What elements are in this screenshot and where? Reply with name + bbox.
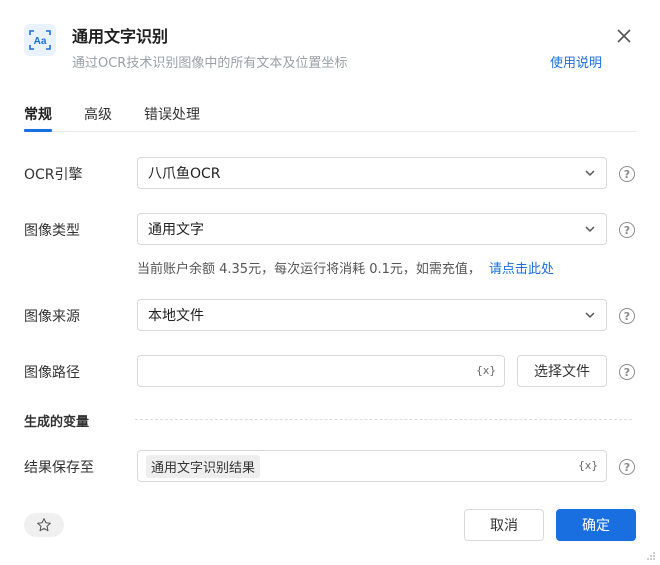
close-icon[interactable] <box>614 26 634 46</box>
resize-handle-icon[interactable] <box>646 551 656 561</box>
image-path-input[interactable]: {x} <box>137 355 505 387</box>
choose-file-button[interactable]: 选择文件 <box>517 355 607 387</box>
save-to-help-icon[interactable]: ? <box>619 459 635 475</box>
ocr-engine-select[interactable]: 八爪鱼OCR <box>137 157 607 189</box>
star-icon <box>37 518 51 532</box>
ocr-dialog: Aa 通用文字识别 通过OCR技术识别图像中的所有文本及位置坐标 使用说明 常规… <box>0 0 660 565</box>
image-type-select[interactable]: 通用文字 <box>137 213 607 245</box>
dialog-title: 通用文字识别 <box>72 27 169 46</box>
save-to-label: 结果保存至 <box>24 460 94 476</box>
ocr-engine-help-icon[interactable]: ? <box>619 166 635 182</box>
recharge-link[interactable]: 请点击此处 <box>489 262 554 277</box>
image-source-help-icon[interactable]: ? <box>619 308 635 324</box>
image-source-value: 本地文件 <box>148 308 204 324</box>
svg-text:Aa: Aa <box>34 36 47 47</box>
image-path-help-icon[interactable]: ? <box>619 364 635 380</box>
ocr-engine-label: OCR引擎 <box>24 167 83 183</box>
cancel-button[interactable]: 取消 <box>464 509 544 541</box>
tab-general[interactable]: 常规 <box>24 104 52 132</box>
balance-text: 当前账户余额 4.35元，每次运行将消耗 0.1元，如需充值， <box>137 262 481 277</box>
confirm-button[interactable]: 确定 <box>556 509 636 541</box>
dialog-subtitle: 通过OCR技术识别图像中的所有文本及位置坐标 <box>72 56 348 71</box>
tab-advanced[interactable]: 高级 <box>84 104 112 131</box>
chevron-down-icon <box>585 170 595 177</box>
save-to-input[interactable]: 通用文字识别结果 {x} <box>137 450 607 482</box>
image-path-label: 图像路径 <box>24 365 80 381</box>
variable-insert-icon[interactable]: {x} <box>476 364 496 377</box>
chevron-down-icon <box>585 312 595 319</box>
image-type-help-icon[interactable]: ? <box>619 222 635 238</box>
section-divider <box>135 419 632 420</box>
tab-error-handling[interactable]: 错误处理 <box>144 104 200 131</box>
image-type-value: 通用文字 <box>148 222 204 238</box>
ocr-engine-value: 八爪鱼OCR <box>148 166 221 182</box>
chevron-down-icon <box>585 226 595 233</box>
image-type-label: 图像类型 <box>24 223 80 239</box>
favorite-button[interactable] <box>24 513 64 537</box>
variable-insert-icon[interactable]: {x} <box>578 459 598 472</box>
balance-note: 当前账户余额 4.35元，每次运行将消耗 0.1元，如需充值， 请点击此处 <box>137 258 554 277</box>
image-source-select[interactable]: 本地文件 <box>137 299 607 331</box>
ocr-app-icon: Aa <box>24 24 56 56</box>
image-source-label: 图像来源 <box>24 309 80 325</box>
usage-help-link[interactable]: 使用说明 <box>550 52 602 71</box>
generated-vars-title: 生成的变量 <box>24 415 90 430</box>
tab-bar: 常规 高级 错误处理 <box>24 104 636 132</box>
variable-chip[interactable]: 通用文字识别结果 <box>146 454 261 478</box>
